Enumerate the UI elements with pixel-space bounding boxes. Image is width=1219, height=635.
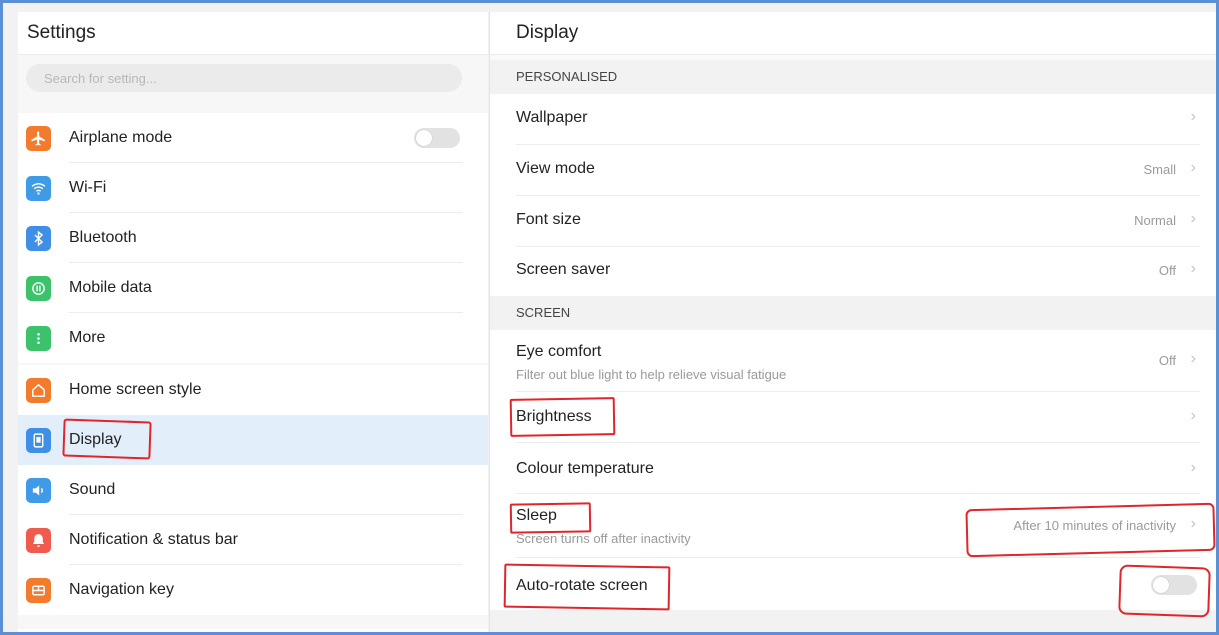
home-icon xyxy=(26,377,51,403)
search-input[interactable] xyxy=(26,64,462,92)
navigation-key-icon xyxy=(26,577,51,603)
screen-saver-value: Off xyxy=(1158,263,1176,278)
pane-bottom-edge xyxy=(490,610,1216,632)
chevron-right-icon: › xyxy=(1190,350,1196,367)
sidebar-item-more[interactable]: More xyxy=(18,313,488,363)
chevron-right-icon: › xyxy=(1190,260,1196,277)
sidebar-item-sound[interactable]: Sound xyxy=(18,465,488,515)
display-title: Display xyxy=(490,12,1216,55)
section-header-screen: SCREEN xyxy=(490,296,1216,330)
auto-rotate-toggle[interactable] xyxy=(1151,575,1197,595)
screenshot-frame: Settings Airplane mode Wi-Fi xyxy=(0,0,1219,635)
view-mode-label: View mode xyxy=(516,160,595,177)
sidebar-item-navigation-key[interactable]: Navigation key xyxy=(18,565,488,615)
wallpaper-row[interactable]: Wallpaper › xyxy=(490,94,1216,145)
sidebar-item-bluetooth[interactable]: Bluetooth xyxy=(18,213,488,263)
view-mode-row[interactable]: View mode Small › xyxy=(490,145,1216,196)
device-group: Home screen style Display Sound Notifica… xyxy=(18,365,488,615)
bluetooth-icon xyxy=(26,225,51,251)
sidebar-item-label: Home screen style xyxy=(69,381,202,398)
sidebar-item-label: Navigation key xyxy=(69,581,174,598)
font-size-row[interactable]: Font size Normal › xyxy=(490,196,1216,247)
section-header-personalised: PERSONALISED xyxy=(490,60,1216,94)
colour-temperature-label: Colour temperature xyxy=(516,460,654,477)
sidebar-item-label: Sound xyxy=(69,481,116,498)
sidebar-item-label: Mobile data xyxy=(69,279,152,296)
notification-icon xyxy=(26,527,51,553)
sidebar-item-notification-status-bar[interactable]: Notification & status bar xyxy=(18,515,488,565)
sidebar-item-label: More xyxy=(69,329,106,346)
sidebar-item-display[interactable]: Display xyxy=(18,415,488,465)
sidebar-item-label: Airplane mode xyxy=(69,129,173,146)
eye-comfort-value: Off xyxy=(1158,353,1176,368)
sound-icon xyxy=(26,477,51,503)
chevron-right-icon: › xyxy=(1190,210,1196,227)
font-size-value: Normal xyxy=(1134,213,1176,228)
chevron-right-icon: › xyxy=(1190,459,1196,476)
brightness-label: Brightness xyxy=(516,408,592,425)
eye-comfort-description: Filter out blue light to help relieve vi… xyxy=(516,367,787,382)
sidebar-item-mobile-data[interactable]: Mobile data xyxy=(18,263,488,313)
brightness-row[interactable]: Brightness › xyxy=(490,392,1216,443)
eye-comfort-row[interactable]: Eye comfort Filter out blue light to hel… xyxy=(490,330,1216,392)
sidebar-item-home-screen-style[interactable]: Home screen style xyxy=(18,365,488,415)
font-size-label: Font size xyxy=(516,211,581,228)
chevron-right-icon: › xyxy=(1190,515,1196,532)
sidebar-item-airplane-mode[interactable]: Airplane mode xyxy=(18,113,488,163)
screen-saver-row[interactable]: Screen saver Off › xyxy=(490,247,1216,296)
more-icon xyxy=(26,325,51,351)
sleep-row[interactable]: Sleep Screen turns off after inactivity … xyxy=(490,494,1216,558)
chevron-right-icon: › xyxy=(1190,159,1196,176)
view-mode-value: Small xyxy=(1143,162,1176,177)
sleep-value: After 10 minutes of inactivity xyxy=(1013,518,1176,533)
sleep-description: Screen turns off after inactivity xyxy=(516,531,691,546)
wallpaper-label: Wallpaper xyxy=(516,109,588,126)
sidebar-item-label: Notification & status bar xyxy=(69,531,238,548)
sleep-label: Sleep xyxy=(516,507,557,524)
auto-rotate-row[interactable]: Auto-rotate screen xyxy=(490,558,1216,610)
mobile-data-icon xyxy=(26,275,51,301)
colour-temperature-row[interactable]: Colour temperature › xyxy=(490,443,1216,494)
screen-saver-label: Screen saver xyxy=(516,261,611,278)
sidebar-item-label: Wi-Fi xyxy=(69,179,107,196)
auto-rotate-label: Auto-rotate screen xyxy=(516,577,648,594)
sidebar-item-label: Bluetooth xyxy=(69,229,137,246)
sidebar-item-wifi[interactable]: Wi-Fi xyxy=(18,163,488,213)
eye-comfort-label: Eye comfort xyxy=(516,343,602,360)
settings-title: Settings xyxy=(18,12,488,55)
chevron-right-icon: › xyxy=(1190,108,1196,125)
connectivity-group: Airplane mode Wi-Fi Bluetooth Mobile dat… xyxy=(18,113,488,363)
airplane-mode-toggle[interactable] xyxy=(414,128,460,148)
next-group-edge xyxy=(18,629,488,632)
airplane-icon xyxy=(26,125,51,151)
sidebar-item-label: Display xyxy=(69,431,122,448)
display-settings-pane: Display PERSONALISED Wallpaper › View mo… xyxy=(489,12,1216,632)
chevron-right-icon: › xyxy=(1190,407,1196,424)
wifi-icon xyxy=(26,175,51,201)
display-icon xyxy=(26,427,51,453)
settings-sidebar: Settings Airplane mode Wi-Fi xyxy=(18,12,488,632)
